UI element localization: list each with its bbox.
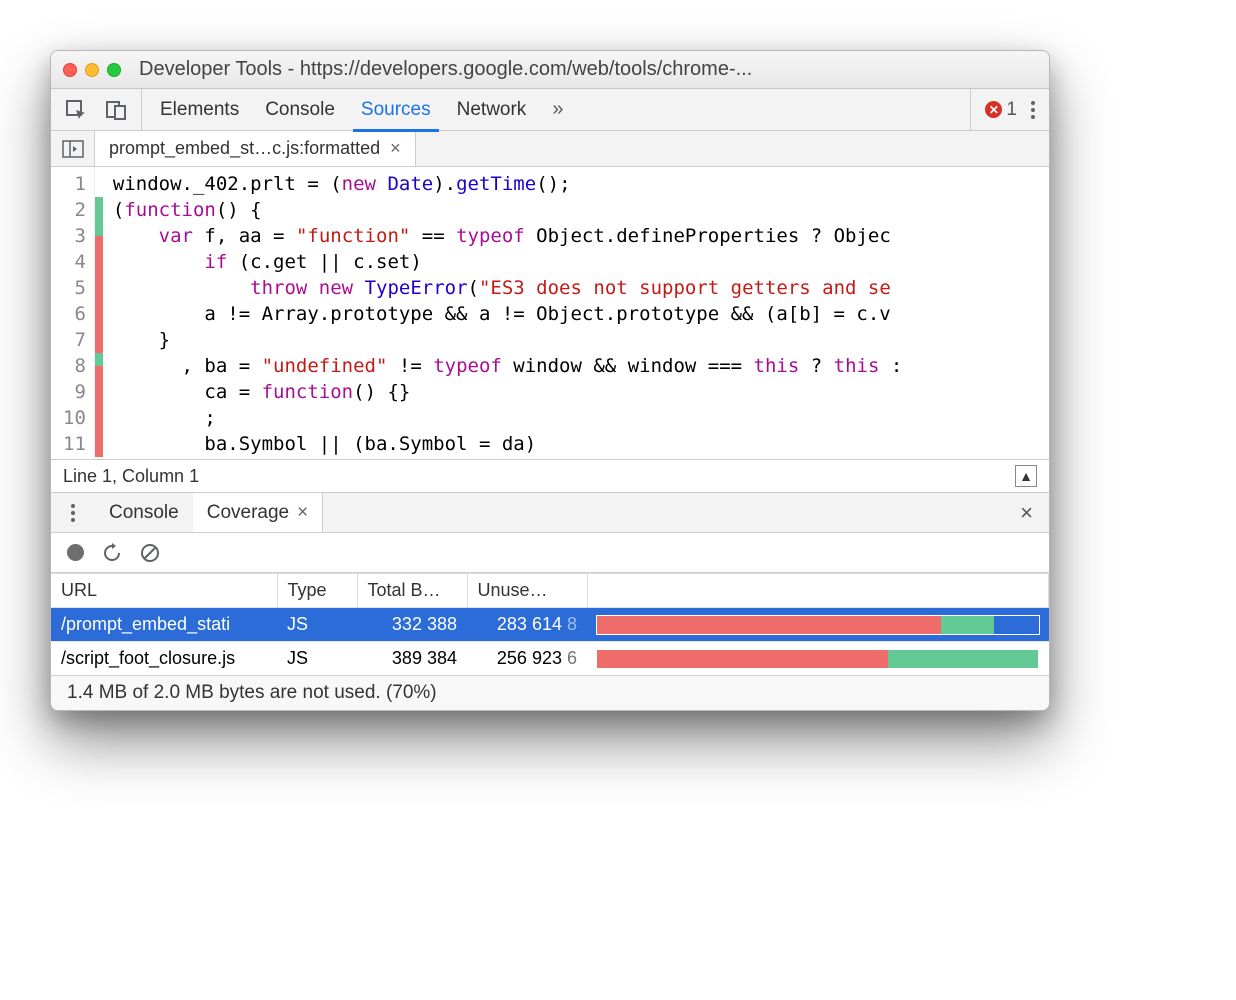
traffic-lights [63,63,121,77]
inspect-element-icon[interactable] [65,99,87,121]
overflow-tabs-icon[interactable]: » [552,98,563,121]
drawer-tab-console[interactable]: Console [95,493,193,532]
reload-icon[interactable] [102,543,122,563]
drawer-more-icon[interactable] [51,504,95,522]
minimize-window-button[interactable] [85,63,99,77]
close-drawer-icon[interactable]: × [1004,500,1049,526]
main-toolbar: Elements Console Sources Network » ✕ 1 [51,89,1049,131]
titlebar: Developer Tools - https://developers.goo… [51,51,1049,89]
file-tab-label: prompt_embed_st…c.js:formatted [109,138,380,159]
drawer-tab-coverage[interactable]: Coverage× [193,493,324,532]
close-window-button[interactable] [63,63,77,77]
record-button[interactable] [67,544,84,561]
coverage-col-3[interactable]: Unuse… [467,574,587,608]
editor-status-bar: Line 1, Column 1 ▲ [51,459,1049,493]
panel-tabs: Elements Console Sources Network » [142,98,970,121]
coverage-gutter [95,167,103,459]
navigator-toggle-icon[interactable] [51,131,95,166]
coverage-col-4[interactable] [587,574,1049,608]
coverage-col-1[interactable]: Type [277,574,357,608]
file-tab-bar: prompt_embed_st…c.js:formatted × [51,131,1049,167]
coverage-table: URLTypeTotal B…Unuse… /prompt_embed_stat… [51,573,1049,675]
clear-icon[interactable] [140,543,160,563]
panel-tab-sources[interactable]: Sources [361,99,431,121]
code-content: window._402.prlt = (new Date).getTime();… [103,167,914,459]
window-title: Developer Tools - https://developers.goo… [139,58,752,81]
file-tab[interactable]: prompt_embed_st…c.js:formatted × [95,131,416,166]
line-gutter: 1234567891011 [51,167,95,459]
more-menu-icon[interactable] [1031,101,1035,119]
error-icon: ✕ [985,101,1002,118]
devtools-window: Developer Tools - https://developers.goo… [50,50,1050,711]
coverage-row[interactable]: /prompt_embed_statiJS332 388283 614 8 [51,608,1049,642]
drawer-tab-bar: ConsoleCoverage× × [51,493,1049,533]
device-toggle-icon[interactable] [105,99,127,121]
code-editor[interactable]: 1234567891011 window._402.prlt = (new Da… [51,167,1049,459]
panel-tab-network[interactable]: Network [457,99,527,121]
close-file-tab-icon[interactable]: × [390,138,401,159]
error-count: 1 [1006,99,1017,121]
coverage-header-row: URLTypeTotal B…Unuse… [51,574,1049,608]
panel-tab-console[interactable]: Console [265,99,335,121]
coverage-col-2[interactable]: Total B… [357,574,467,608]
panel-tab-elements[interactable]: Elements [160,99,239,121]
collapse-drawer-icon[interactable]: ▲ [1015,465,1037,487]
coverage-toolbar [51,533,1049,573]
zoom-window-button[interactable] [107,63,121,77]
close-drawer-tab-icon[interactable]: × [297,502,308,524]
error-badge[interactable]: ✕ 1 [985,99,1017,121]
coverage-col-0[interactable]: URL [51,574,277,608]
coverage-row[interactable]: /script_foot_closure.jsJS389 384256 923 … [51,642,1049,676]
coverage-summary: 1.4 MB of 2.0 MB bytes are not used. (70… [51,675,1049,710]
cursor-position: Line 1, Column 1 [63,466,199,487]
